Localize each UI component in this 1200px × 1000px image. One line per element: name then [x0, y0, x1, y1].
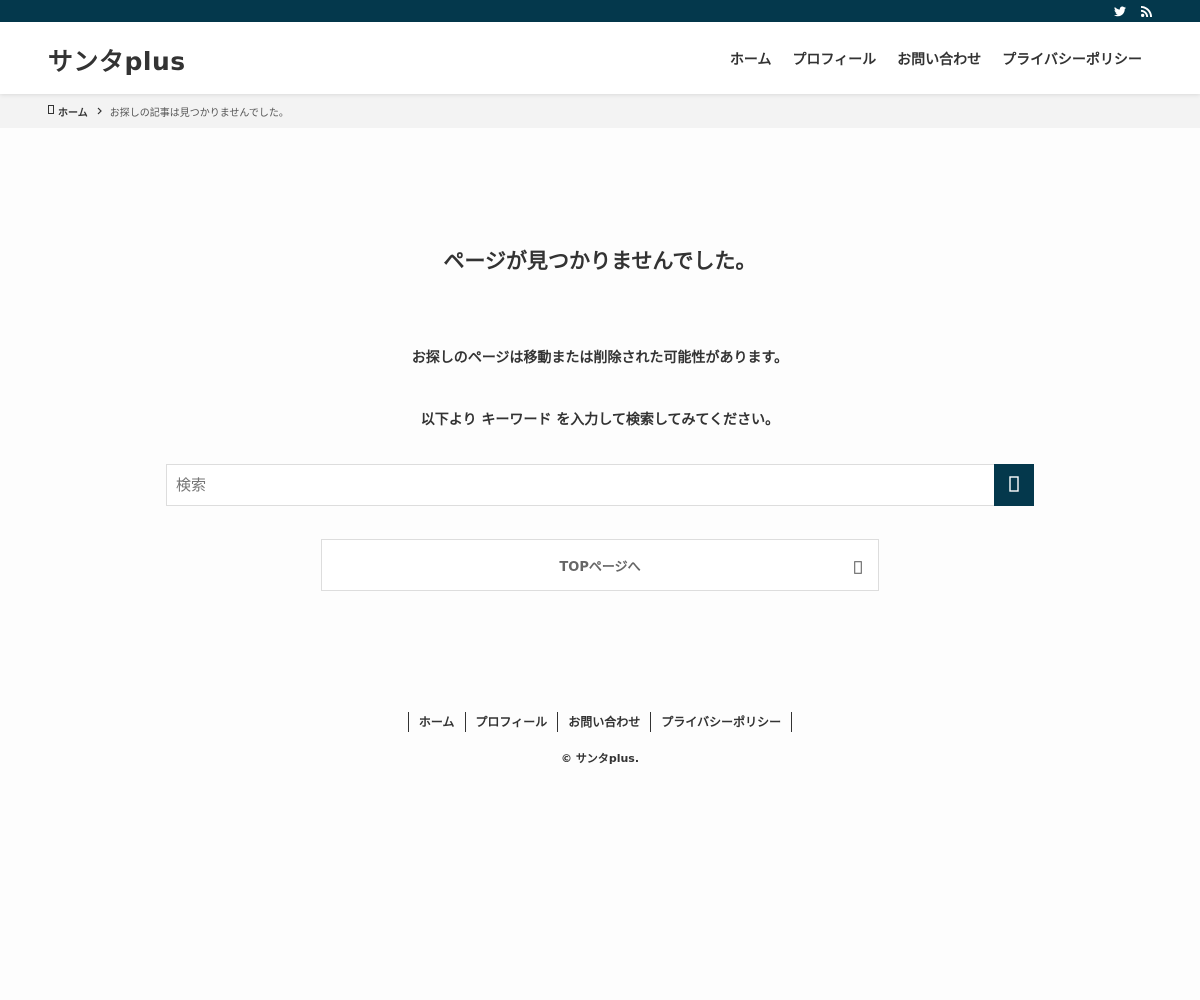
footer-nav: ホーム プロフィール お問い合わせ プライバシーポリシー	[0, 712, 1200, 732]
search-button[interactable]	[994, 464, 1034, 506]
nav-item-privacy-policy[interactable]: プライバシーポリシー	[1002, 49, 1142, 69]
breadcrumb: ホーム お探しの記事は見つかりませんでした。	[0, 94, 1200, 128]
footer-nav-item-home[interactable]: ホーム	[409, 712, 466, 732]
breadcrumb-home[interactable]: ホーム	[48, 104, 88, 119]
search-input[interactable]	[166, 464, 994, 506]
rss-icon[interactable]	[1140, 5, 1152, 18]
top-page-button[interactable]: TOPページへ	[321, 539, 879, 591]
search-instruction: 以下より キーワード を入力して検索してみてください。	[420, 412, 780, 428]
search-icon	[1009, 475, 1019, 495]
top-page-button-label: TOPページへ	[559, 559, 641, 575]
nav-item-contact[interactable]: お問い合わせ	[897, 49, 981, 69]
footer-nav-item-contact[interactable]: お問い合わせ	[558, 712, 652, 732]
search-form	[166, 464, 1034, 506]
nav-item-profile[interactable]: プロフィール	[793, 49, 877, 69]
twitter-icon[interactable]	[1114, 5, 1126, 18]
page-title: ページが見つかりませんでした。	[443, 249, 757, 273]
footer-nav-item-profile[interactable]: プロフィール	[466, 712, 559, 732]
nav-item-home[interactable]: ホーム	[730, 49, 772, 69]
breadcrumb-home-label: ホーム	[58, 107, 88, 119]
footer-nav-item-privacy-policy[interactable]: プライバシーポリシー	[651, 712, 793, 732]
footer-nav-list: ホーム プロフィール お問い合わせ プライバシーポリシー	[407, 712, 793, 732]
breadcrumb-current: お探しの記事は見つかりませんでした。	[109, 107, 289, 119]
chevron-right-icon	[97, 107, 102, 115]
home-icon	[48, 105, 54, 117]
top-bar	[0, 0, 1200, 22]
copyright: © サンタplus.	[560, 752, 640, 765]
site-header: サンタplus ホーム プロフィール お問い合わせ プライバシーポリシー	[0, 22, 1200, 94]
chevron-right-icon	[854, 559, 862, 574]
not-found-message: お探しのページは移動または削除された可能性があります。	[411, 350, 789, 366]
site-title[interactable]: サンタplus	[48, 42, 186, 78]
social-icons	[1114, 0, 1152, 22]
global-nav: ホーム プロフィール お問い合わせ プライバシーポリシー	[730, 49, 1142, 69]
